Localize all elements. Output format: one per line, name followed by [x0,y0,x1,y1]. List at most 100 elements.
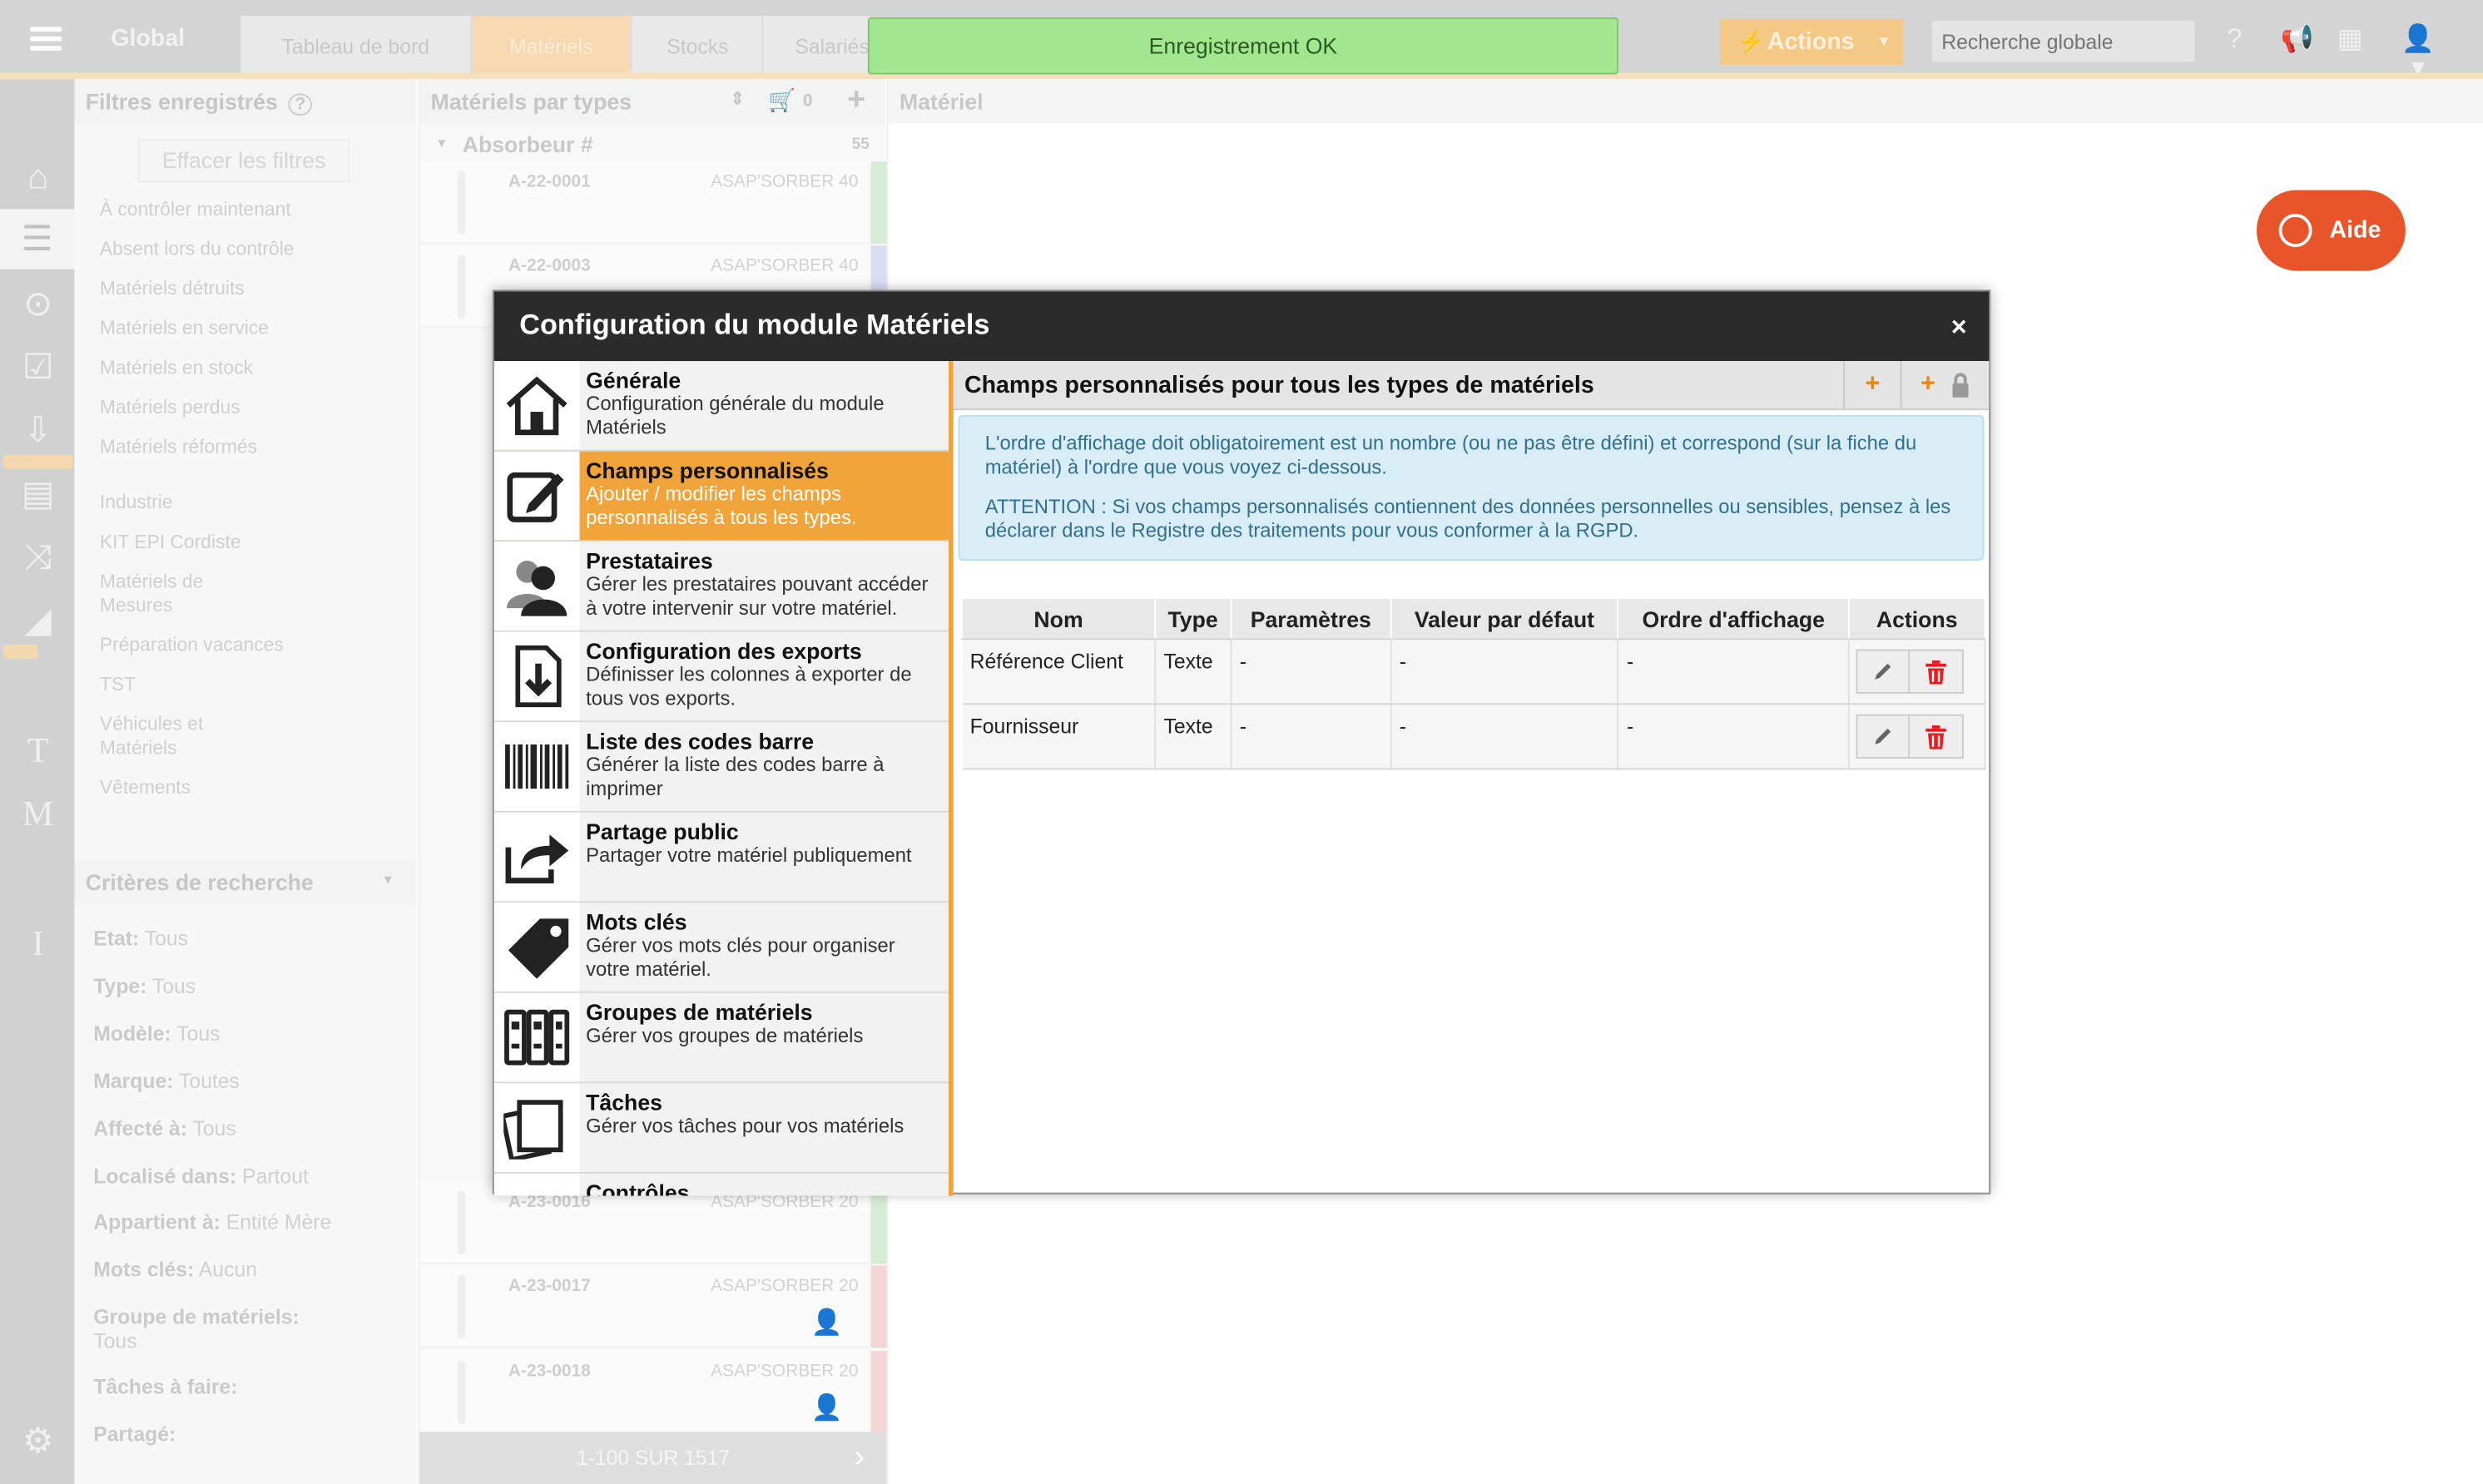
nav-item-desc: Gérer vos tâches pour vos matériels [586,1115,904,1138]
nav-item-generale[interactable]: Générale Configuration générale du module… [493,361,949,452]
table-row: Référence Client Texte - - - [962,639,1986,705]
add-locked-field-button[interactable]: + [1900,361,1990,409]
help-button[interactable]: Aide [2256,190,2406,271]
tasks-icon [493,1083,580,1172]
filter-item[interactable]: Matériels réformés [74,436,416,460]
criterion-row[interactable]: Tâches à faire: [74,1375,237,1399]
chart-nav-icon[interactable]: ◢ [16,599,60,643]
criterion-row[interactable]: Marque: Toutes [74,1069,240,1093]
filter-item[interactable]: Préparation vacances [74,634,416,658]
m-nav-icon[interactable]: M [16,792,60,836]
delete-button[interactable] [1910,649,1964,694]
calendar-nav-icon[interactable]: ▤ [16,472,60,516]
nav-item-barcodes[interactable]: Liste des codes barre Générer la liste de… [493,722,949,813]
filter-item[interactable]: KIT EPI Cordiste [74,531,416,555]
check-icon [493,1173,580,1196]
list-item[interactable]: A-22-0001 ASAP'SORBER 40 [419,161,887,245]
help-circle-icon[interactable]: ? [2220,25,2248,53]
list-item[interactable]: A-23-0018 ASAP'SORBER 20 👤 [419,1351,887,1434]
criterion-row[interactable]: Appartient à: Entité Mère [74,1210,331,1234]
add-field-button[interactable]: + [1843,361,1901,409]
filter-item[interactable]: Véhicules et Matériels [74,713,226,760]
item-thumb [457,1274,466,1338]
tab-stocks[interactable]: Stocks [632,16,764,73]
left-nav: ⌂ ☰ ⊙ ☑ ⇩ ▤ ⤨ ◢ T M I ⚙ [0,79,75,1484]
megaphone-icon[interactable]: 📢 [2280,25,2313,53]
clear-filters-button[interactable]: Effacer les filtres [137,139,350,182]
list-item[interactable]: A-23-0017 ASAP'SORBER 20 👤 [419,1265,887,1348]
menu-icon[interactable] [30,27,62,52]
checklist-nav-icon[interactable]: ☑ [16,345,60,389]
criterion-row[interactable]: Type: Tous [74,974,196,998]
help-globe-icon [2278,214,2312,248]
filter-item[interactable]: Matériels en service [74,317,416,341]
tab-dashboard[interactable]: Tableau de bord [240,16,473,73]
location-nav-icon[interactable]: ⊙ [16,282,60,326]
filter-item[interactable]: Matériels détruits [74,277,416,301]
nav-item-title: Configuration des exports [586,638,862,664]
status-stripe [870,1351,887,1434]
cell-default: - [1390,639,1619,705]
user-icon[interactable]: 👤▾ [2397,25,2438,82]
t-nav-icon[interactable]: T [16,729,60,773]
filter-item[interactable]: Matériels de Mesures [74,570,216,617]
nav-item-title: Champs personnalisés [586,458,829,483]
layers-nav-icon[interactable]: ☰ [0,209,75,270]
edit-button[interactable] [1856,649,1911,694]
nav-item-exports[interactable]: Configuration des exports Définisser les … [493,631,949,723]
info-alert: L'ordre d'affichage doit obligatoirement… [958,414,1985,561]
criterion-row[interactable]: Partagé: [74,1422,176,1447]
nav-item-title: Prestataires [586,547,713,574]
filter-item[interactable]: Absent lors du contrôle [74,238,416,262]
i-nav-icon[interactable]: I [16,922,60,966]
criterion-row[interactable]: Localisé dans: Partout [74,1164,309,1188]
col-ordre: Ordre d'affichage [1617,596,1850,641]
nav-item-partage[interactable]: Partage public Partager votre matériel pu… [493,812,949,903]
nav-item-champs[interactable]: Champs personnalisés Ajouter / modifier l… [493,451,949,542]
nav-item-groupes[interactable]: Groupes de matériels Gérer vos groupes de… [493,992,949,1084]
nav-item-desc: Partager votre matériel publiquement [586,843,912,867]
add-icon[interactable]: + [847,82,865,119]
criterion-row[interactable]: Etat: Tous [74,927,188,951]
sort-icon[interactable]: ⇕ [730,89,745,110]
group-row[interactable]: ▼ Absorbeur # 55 [419,124,885,162]
tab-salaries[interactable]: Salariés [763,16,871,73]
edit-button[interactable] [1856,714,1911,759]
criterion-row[interactable]: Affecté à: Tous [74,1116,235,1140]
sliders-nav-icon[interactable]: ⚙ [16,1419,60,1463]
filter-item[interactable]: TST [74,673,416,697]
filters-panel: Filtres enregistrés ? Effacer les filtre… [74,79,417,1484]
nav-item-controles[interactable]: Contrôles [493,1173,949,1196]
cart-icon[interactable]: 🛒 [768,87,795,114]
filter-item[interactable]: Matériels en stock [74,356,416,380]
grid-icon[interactable]: ▦ [2336,25,2364,53]
main-tabs: Tableau de bord Matériels Stocks Salarié… [240,16,871,73]
cell-nom: Fournisseur [962,704,1156,770]
filter-item[interactable]: Vêtements [74,776,416,800]
actions-label: Actions [1767,28,1855,56]
home-nav-icon[interactable]: ⌂ [16,156,60,200]
chevron-right-icon[interactable]: › [854,1432,865,1484]
criterion-row[interactable]: Groupe de matériels: Tous [74,1305,344,1353]
filters-header: Filtres enregistrés ? [74,79,417,124]
edit-icon [493,451,580,541]
filter-item[interactable]: Matériels perdus [74,396,416,420]
shuffle-nav-icon[interactable]: ⤨ [16,536,60,580]
inbox-nav-icon[interactable]: ⇩ [16,408,60,453]
filter-item[interactable]: À contrôler maintenant [74,198,416,222]
nav-item-desc: Générer la liste des codes barre à impri… [586,754,885,800]
filter-item[interactable]: Industrie [74,491,416,515]
criterion-row[interactable]: Modèle: Tous [74,1021,220,1046]
delete-button[interactable] [1910,714,1964,759]
search-criteria: Critères de recherche ▼ Etat: Tous Type:… [74,859,417,1446]
nav-item-taches[interactable]: Tâches Gérer vos tâches pour vos matériel… [493,1083,949,1174]
help-icon[interactable]: ? [288,93,312,116]
close-icon[interactable]: × [1951,312,1967,344]
tab-materiels[interactable]: Matériels [472,16,632,73]
global-search-input[interactable] [1931,20,2195,62]
actions-button[interactable]: ⚡ Actions ▼ [1719,18,1904,66]
nav-item-mots-cles[interactable]: Mots clés Gérer vos mots clés pour organi… [493,903,949,993]
criterion-row[interactable]: Mots clés: Aucun [74,1258,257,1282]
nav-item-prestataires[interactable]: Prestataires Gérer les prestataires pouva… [493,542,949,632]
chevron-down-icon[interactable]: ▼ [382,873,394,887]
